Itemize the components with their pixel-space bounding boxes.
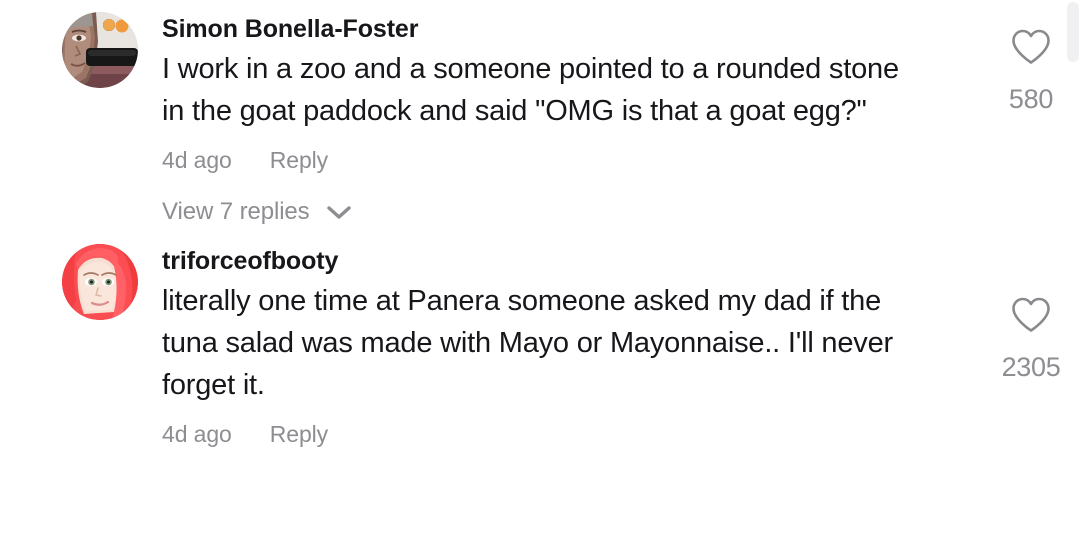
comment-text: literally one time at Panera someone ask…	[162, 285, 893, 401]
avatar-image	[62, 244, 138, 320]
comment-body: triforceofbooty literally one time at Pa…	[138, 244, 978, 448]
heart-outline-icon[interactable]	[1010, 28, 1052, 71]
comment-item: triforceofbooty literally one time at Pa…	[0, 226, 1084, 448]
comment-body: Simon Bonella-Foster I work in a zoo and…	[138, 12, 978, 226]
comment-timestamp: 4d ago	[162, 421, 232, 447]
comment-meta-row: 4d ago Reply	[162, 420, 978, 448]
avatar[interactable]	[62, 12, 138, 88]
heart-outline-icon[interactable]	[1010, 296, 1052, 339]
comment-meta-row: 4d ago Reply	[162, 146, 978, 174]
comment-list: Simon Bonella-Foster I work in a zoo and…	[0, 0, 1084, 560]
like-count: 2305	[1001, 352, 1061, 382]
avatar[interactable]	[62, 244, 138, 320]
comment-timestamp: 4d ago	[162, 147, 232, 173]
scrollbar-thumb[interactable]	[1067, 2, 1079, 62]
view-replies-label: View 7 replies	[162, 198, 310, 225]
view-replies-button[interactable]: View 7 replies	[162, 198, 352, 226]
vertical-scrollbar[interactable]	[1066, 0, 1080, 560]
comment-username[interactable]: Simon Bonella-Foster	[162, 14, 978, 44]
chevron-down-icon	[326, 204, 352, 220]
comment-text: I work in a zoo and a someone pointed to…	[162, 53, 899, 127]
reply-button[interactable]: Reply	[270, 420, 328, 448]
comment-username[interactable]: triforceofbooty	[162, 246, 978, 276]
like-count: 580	[1008, 84, 1054, 114]
comment-item: Simon Bonella-Foster I work in a zoo and…	[0, 0, 1084, 226]
reply-button[interactable]: Reply	[270, 146, 328, 174]
avatar-image	[62, 12, 138, 88]
